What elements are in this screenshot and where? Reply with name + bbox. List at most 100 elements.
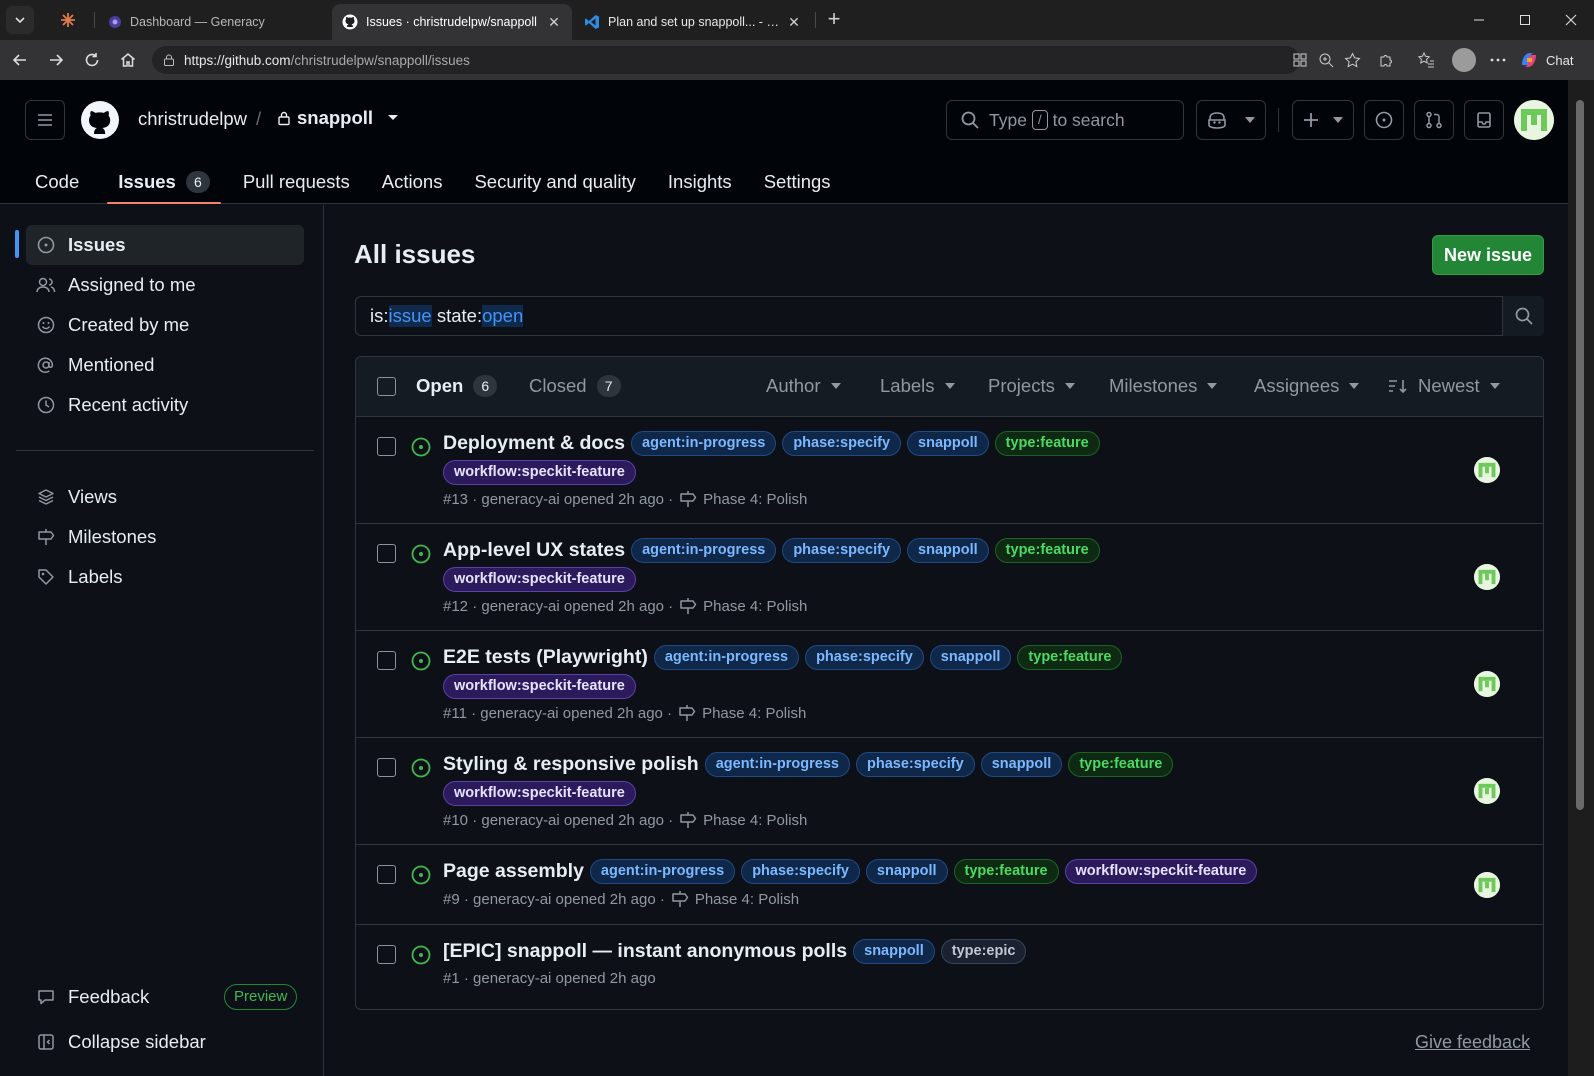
pinned-tab[interactable] [56, 10, 80, 30]
your-pull-requests-button[interactable] [1414, 100, 1454, 140]
sort-dropdown[interactable]: Newest [1388, 375, 1500, 397]
assignees-filter[interactable]: Assignees [1254, 375, 1360, 397]
sidebar-item-issues[interactable]: Issues [26, 225, 304, 265]
profile-avatar[interactable] [1452, 48, 1476, 72]
query-search-button[interactable] [1502, 296, 1544, 336]
sidebar-item-assigned[interactable]: Assigned to me [26, 265, 304, 305]
label-type-feature[interactable]: type:feature [1068, 752, 1174, 777]
close-tab-icon[interactable]: ✕ [786, 14, 802, 30]
label-agent-in-progress[interactable]: agent:in-progress [704, 752, 850, 777]
label-snappoll[interactable]: snappoll [980, 752, 1063, 777]
projects-filter[interactable]: Projects [988, 375, 1075, 397]
search-input[interactable]: Type / to search [946, 100, 1184, 140]
label-workflow-speckit-feature[interactable]: workflow:speckit-feature [443, 674, 636, 699]
label-phase-specify[interactable]: phase:specify [855, 752, 975, 777]
global-nav-menu-button[interactable] [25, 100, 65, 140]
assignee-avatar[interactable] [1474, 671, 1500, 697]
create-new-button[interactable] [1292, 100, 1354, 140]
collapse-sidebar-button[interactable]: Collapse sidebar [26, 1022, 304, 1062]
zoom-button[interactable] [1316, 50, 1336, 70]
label-snappoll[interactable]: snappoll [907, 538, 989, 563]
forward-button[interactable] [44, 48, 68, 72]
issue-checkbox[interactable] [377, 437, 396, 456]
tab-pull-requests[interactable]: Pull requests [232, 160, 361, 204]
new-tab-button[interactable]: + [822, 8, 846, 32]
issue-milestone-link[interactable]: Phase 4: Polish [703, 812, 807, 829]
select-all-checkbox[interactable] [377, 377, 396, 396]
label-type-feature[interactable]: type:feature [994, 431, 1100, 456]
sidebar-item-mentioned[interactable]: Mentioned [26, 345, 304, 385]
issue-title-link[interactable]: [EPIC] snappoll — instant anonymous poll… [443, 940, 847, 963]
app-available-button[interactable] [1290, 50, 1310, 70]
back-button[interactable] [8, 48, 32, 72]
issue-checkbox[interactable] [377, 945, 396, 964]
notifications-button[interactable] [1464, 100, 1504, 140]
issue-milestone-link[interactable]: Phase 4: Polish [703, 598, 807, 615]
closed-issues-tab[interactable]: Closed 7 [529, 375, 621, 397]
tab-actions-menu[interactable] [6, 6, 34, 34]
label-snappoll[interactable]: snappoll [929, 645, 1012, 670]
tab-issues[interactable]: Issues 6 [107, 160, 221, 204]
maximize-button[interactable] [1502, 0, 1548, 40]
scrollbar-thumb[interactable] [1576, 100, 1584, 810]
label-workflow-speckit-feature[interactable]: workflow:speckit-feature [443, 781, 636, 806]
sidebar-item-created[interactable]: Created by me [26, 305, 304, 345]
table-row[interactable]: [EPIC] snappoll — instant anonymous poll… [356, 925, 1543, 1009]
tab-code[interactable]: Code [24, 160, 90, 204]
give-feedback-link[interactable]: Give feedback [1415, 1032, 1530, 1053]
author-filter[interactable]: Author [766, 375, 841, 397]
label-snappoll[interactable]: snappoll [853, 939, 935, 964]
close-window-button[interactable] [1548, 0, 1594, 40]
label-workflow-speckit-feature[interactable]: workflow:speckit-feature [1064, 859, 1258, 884]
issue-checkbox[interactable] [377, 544, 396, 563]
assignee-avatar[interactable] [1474, 564, 1500, 590]
issue-title-link[interactable]: Styling & responsive polish [443, 753, 699, 776]
repo-owner-link[interactable]: christrudelpw [138, 108, 247, 130]
assignee-avatar[interactable] [1474, 872, 1500, 898]
issue-checkbox[interactable] [377, 758, 396, 777]
issue-milestone-link[interactable]: Phase 4: Polish [703, 491, 807, 508]
label-phase-specify[interactable]: phase:specify [805, 645, 924, 670]
label-phase-specify[interactable]: phase:specify [782, 431, 902, 456]
label-agent-in-progress[interactable]: agent:in-progress [631, 431, 777, 456]
close-tab-icon[interactable]: ✕ [546, 14, 562, 30]
sidebar-item-recent-activity[interactable]: Recent activity [26, 385, 304, 425]
label-workflow-speckit-feature[interactable]: workflow:speckit-feature [443, 460, 636, 485]
tab-vscode[interactable]: Plan and set up snappoll... - snapp ✕ [574, 4, 812, 40]
tab-issues[interactable]: Issues · christrudelpw/snappoll ✕ [332, 4, 572, 40]
table-row[interactable]: Styling & responsive polish agent:in-pro… [356, 738, 1543, 845]
sidebar-item-labels[interactable]: Labels [26, 557, 304, 597]
label-agent-in-progress[interactable]: agent:in-progress [631, 538, 777, 563]
label-agent-in-progress[interactable]: agent:in-progress [653, 645, 800, 670]
favorites-button[interactable] [1416, 50, 1436, 70]
label-type-feature[interactable]: type:feature [953, 859, 1059, 884]
tab-insights[interactable]: Insights [657, 160, 743, 204]
sidebar-item-views[interactable]: Views [26, 477, 304, 517]
label-workflow-speckit-feature[interactable]: workflow:speckit-feature [443, 567, 636, 592]
issue-milestone-link[interactable]: Phase 4: Polish [702, 705, 806, 722]
label-type-feature[interactable]: type:feature [1017, 645, 1123, 670]
issue-title-link[interactable]: App-level UX states [443, 539, 625, 562]
address-bar[interactable]: https://github.com/christrudelpw/snappol… [152, 46, 1300, 74]
issue-checkbox[interactable] [377, 651, 396, 670]
table-row[interactable]: App-level UX states agent:in-progress ph… [356, 524, 1543, 631]
sidebar-item-milestones[interactable]: Milestones [26, 517, 304, 557]
labels-filter[interactable]: Labels [880, 375, 955, 397]
repo-name-link[interactable]: snappoll [277, 107, 399, 129]
github-logo[interactable] [80, 100, 120, 140]
table-row[interactable]: Deployment & docs agent:in-progress phas… [356, 417, 1543, 524]
milestones-filter[interactable]: Milestones [1109, 375, 1218, 397]
assignee-avatar[interactable] [1474, 778, 1500, 804]
open-issues-tab[interactable]: Open 6 [416, 375, 498, 397]
copilot-button[interactable] [1196, 100, 1266, 140]
label-phase-specify[interactable]: phase:specify [741, 859, 860, 884]
tab-dashboard[interactable]: Dashboard — Generacy [98, 4, 330, 40]
new-issue-button[interactable]: New issue [1432, 235, 1544, 275]
tab-settings[interactable]: Settings [753, 160, 842, 204]
home-button[interactable] [116, 48, 140, 72]
more-button[interactable] [1488, 50, 1508, 70]
minimize-button[interactable] [1456, 0, 1502, 40]
your-issues-button[interactable] [1364, 100, 1404, 140]
table-row[interactable]: E2E tests (Playwright) agent:in-progress… [356, 631, 1543, 738]
label-phase-specify[interactable]: phase:specify [782, 538, 902, 563]
